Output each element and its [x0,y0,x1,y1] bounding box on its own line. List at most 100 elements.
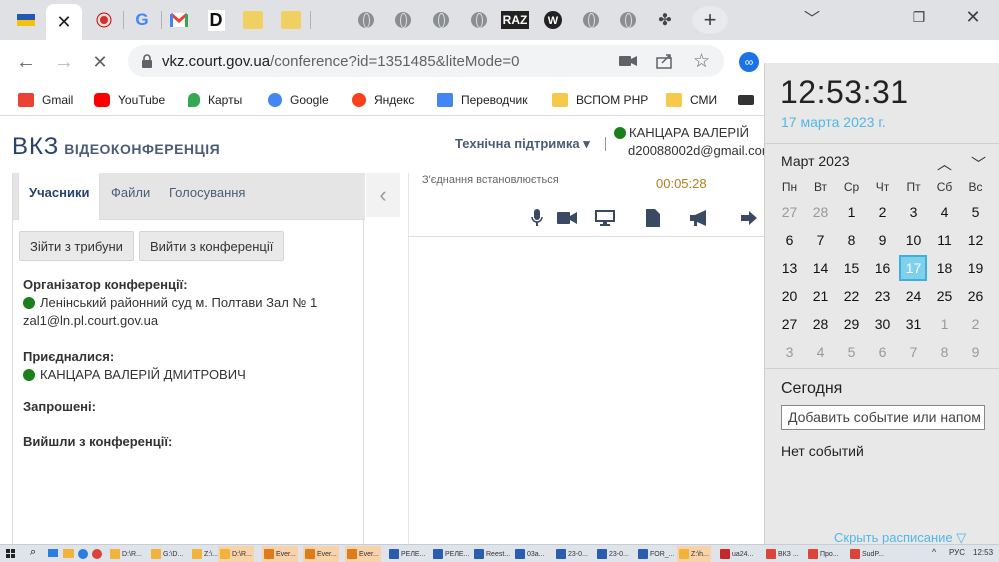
calendar-day[interactable]: 28 [805,198,836,226]
flyout-date[interactable]: 17 марта 2023 г. [781,114,886,130]
calendar-day[interactable]: 19 [960,254,991,282]
camera-button[interactable] [556,208,578,228]
extension-infinity-icon[interactable]: ∞ [739,52,759,72]
calendar-day[interactable]: 23 [867,282,898,310]
taskbar-app-button[interactable]: Ever... [303,546,339,562]
tab-participants[interactable]: Учасники [18,173,101,220]
taskbar-app-button[interactable]: SudP... [848,546,886,562]
taskbar-app-button[interactable]: FOR_... [636,546,677,562]
taskview-icon[interactable] [48,549,58,557]
bookmark-translate[interactable]: Переводчик [437,91,528,109]
tab-d[interactable]: D [198,4,234,36]
exit-button[interactable] [739,208,761,228]
leave-conference-button[interactable]: Вийти з конференції [139,231,285,261]
calendar-day[interactable]: 3 [774,338,805,366]
calendar-day[interactable]: 24 [898,282,929,310]
tab-globe-5[interactable] [573,4,609,36]
calendar-day[interactable]: 9 [960,338,991,366]
calendar-day[interactable]: 10 [898,226,929,254]
bookmark-maps[interactable]: Карты [188,91,242,109]
calendar-day[interactable]: 5 [836,338,867,366]
close-window-button[interactable]: ✕ [950,0,996,34]
taskbar-app-button[interactable]: ВКЗ ... [764,546,801,562]
chrome-icon[interactable] [92,549,102,559]
taskbar-app-button[interactable]: Ever... [345,546,381,562]
calendar-day[interactable]: 6 [867,338,898,366]
calendar-day[interactable]: 8 [836,226,867,254]
tab-extension[interactable]: ✤ [647,4,683,36]
calendar-day[interactable]: 1 [929,310,960,338]
calendar-day[interactable]: 25 [929,282,960,310]
taskbar-app-button[interactable]: 23-0... [554,546,590,562]
tab-w[interactable]: W [535,4,571,36]
tab-globe-2[interactable] [385,4,421,36]
explorer-icon[interactable] [63,549,74,558]
taskbar-app-button[interactable]: РЕЛЕ... [431,546,471,562]
camera-icon[interactable] [619,55,637,67]
calendar-day[interactable]: 29 [836,310,867,338]
tab-globe-6[interactable] [610,4,646,36]
taskbar-app-button[interactable]: D:\R... [108,546,144,562]
taskbar-clock[interactable]: 12:53 [973,548,993,557]
calendar-day[interactable]: 16 [867,254,898,282]
close-tab-icon[interactable]: ✕ [56,12,71,33]
bookmark-more[interactable] [738,91,762,109]
tab-voting[interactable]: Голосування [159,173,255,220]
search-icon[interactable]: ⌕ [30,546,36,559]
forward-button[interactable]: → [50,48,78,76]
star-icon[interactable]: ☆ [693,50,710,73]
bookmark-folder-smi[interactable]: СМИ [666,91,717,109]
tab-files[interactable]: Файли [101,173,160,220]
support-menu[interactable]: Технічна підтримка ▾ [455,136,590,152]
tray-chevron-icon[interactable]: ^ [932,547,936,557]
taskbar-app-button[interactable]: Про... [806,546,841,562]
calendar-day[interactable]: 17 [898,254,929,282]
document-button[interactable] [642,208,664,228]
tab-google[interactable]: G [124,4,160,36]
calendar-day[interactable]: 1 [836,198,867,226]
tab-globe-1[interactable] [348,4,384,36]
calendar-day[interactable]: 15 [836,254,867,282]
taskbar-app-button[interactable]: D:\R... [218,546,254,562]
calendar-day[interactable]: 9 [867,226,898,254]
calendar-day[interactable]: 27 [774,198,805,226]
url-text[interactable]: vkz.court.gov.ua/conference?id=1351485&l… [162,53,519,70]
language-indicator[interactable]: РУС [949,548,965,557]
calendar-day[interactable]: 12 [960,226,991,254]
tab-raz[interactable]: RAZ [497,4,533,36]
address-bar[interactable]: vkz.court.gov.ua/conference?id=1351485&l… [128,45,724,77]
taskbar-app-button[interactable]: ua24... [718,546,755,562]
restore-window-button[interactable]: ❐ [896,0,942,34]
taskbar-app-button[interactable]: РЕЛЕ... [387,546,427,562]
add-event-input[interactable]: Добавить событие или напом [781,405,985,430]
calendar-day[interactable]: 31 [898,310,929,338]
taskbar-app-button[interactable]: Z:\h... [677,546,711,562]
calendar-day[interactable]: 21 [805,282,836,310]
bookmark-google[interactable]: Google [268,91,329,109]
tab-rma-2[interactable] [273,4,309,36]
microphone-button[interactable] [526,208,548,228]
screen-share-button[interactable] [594,208,616,228]
calendar-day[interactable]: 2 [867,198,898,226]
calendar-day[interactable]: 3 [898,198,929,226]
calendar-day[interactable]: 20 [774,282,805,310]
previous-month-button[interactable]: ︿ [937,153,952,174]
tab-globe-4[interactable] [461,4,497,36]
tab-rma-1[interactable] [235,4,271,36]
calendar-day[interactable]: 18 [929,254,960,282]
tab-gmail[interactable] [161,4,197,36]
taskbar-app-button[interactable]: Z:\... [190,546,220,562]
calendar-day[interactable]: 5 [960,198,991,226]
calendar-day[interactable]: 28 [805,310,836,338]
taskbar-app-button[interactable]: 03a... [513,546,547,562]
calendar-day[interactable]: 22 [836,282,867,310]
calendar-day[interactable]: 4 [805,338,836,366]
calendar-month[interactable]: Март 2023 [781,153,850,169]
tab-active-vkz[interactable]: ✕ [46,4,82,40]
taskbar-app-button[interactable]: Reest... [472,546,512,562]
bookmark-gmail[interactable]: Gmail [18,91,73,109]
calendar-day[interactable]: 4 [929,198,960,226]
calendar-day[interactable]: 8 [929,338,960,366]
windows-start-icon[interactable] [6,549,16,559]
announce-button[interactable] [689,208,711,228]
